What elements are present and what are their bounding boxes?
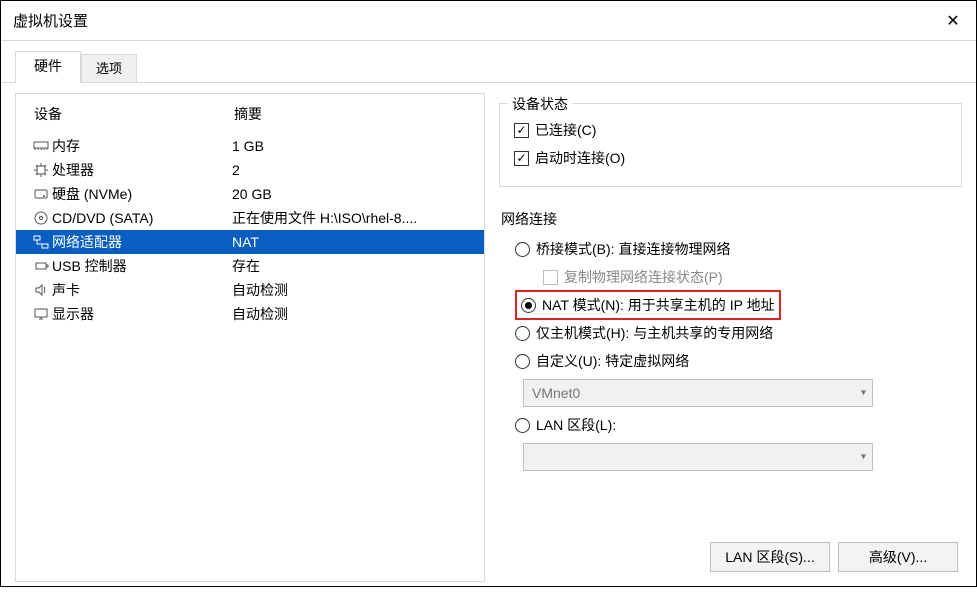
button-row: LAN 区段(S)... 高级(V)... (710, 542, 958, 572)
lan-segments-button[interactable]: LAN 区段(S)... (710, 542, 830, 572)
radio-icon (515, 326, 530, 341)
close-icon: ✕ (946, 11, 959, 31)
tab-options[interactable]: 选项 (81, 54, 137, 82)
tabstrip: 硬件 选项 (1, 41, 976, 83)
radio-bridged[interactable]: 桥接模式(B): 直接连接物理网络 (515, 235, 962, 263)
hw-name: 显示器 (52, 304, 232, 324)
checkbox-label: 已连接(C) (535, 120, 596, 140)
cpu-icon (30, 162, 52, 178)
advanced-button[interactable]: 高级(V)... (838, 542, 958, 572)
hw-row-sound[interactable]: 声卡 自动检测 (16, 278, 484, 302)
hardware-list: 内存 1 GB 处理器 2 硬盘 (NVMe) 20 GB CD/DVD (SA… (16, 134, 484, 581)
checkbox-label: 复制物理网络连接状态(P) (564, 267, 723, 287)
hw-name: 内存 (52, 136, 232, 156)
group-device-status: 设备状态 ✓ 已连接(C) ✓ 启动时连接(O) (499, 103, 962, 187)
combo-lan-segment: ▾ (523, 443, 873, 471)
radio-hostonly[interactable]: 仅主机模式(H): 与主机共享的专用网络 (515, 319, 962, 347)
hw-summary: 自动检测 (232, 304, 484, 324)
hardware-list-panel: 设备 摘要 内存 1 GB 处理器 2 硬盘 (NVMe) 20 GB CD/ (15, 93, 485, 582)
hw-name: 网络适配器 (52, 232, 232, 252)
window-title: 虚拟机设置 (13, 10, 88, 31)
hw-row-network[interactable]: 网络适配器 NAT (16, 230, 484, 254)
hw-row-memory[interactable]: 内存 1 GB (16, 134, 484, 158)
checkbox-connect-at-poweron[interactable]: ✓ 启动时连接(O) (514, 144, 947, 172)
hw-row-display[interactable]: 显示器 自动检测 (16, 302, 484, 326)
chevron-down-icon: ▾ (861, 452, 866, 463)
hw-summary: 自动检测 (232, 280, 484, 300)
content: 设备 摘要 内存 1 GB 处理器 2 硬盘 (NVMe) 20 GB CD/ (1, 83, 976, 592)
checkbox-connected[interactable]: ✓ 已连接(C) (514, 116, 947, 144)
hw-summary: 正在使用文件 H:\ISO\rhel-8.... (232, 208, 484, 228)
highlight-annotation: NAT 模式(N): 用于共享主机的 IP 地址 (515, 290, 781, 320)
hw-name: 处理器 (52, 160, 232, 180)
checkbox-replicate-state: 复制物理网络连接状态(P) (543, 263, 962, 291)
radio-icon (515, 354, 530, 369)
titlebar: 虚拟机设置 ✕ (1, 1, 976, 41)
radio-icon (521, 298, 536, 313)
hw-summary: NAT (232, 234, 484, 250)
hw-name: USB 控制器 (52, 256, 232, 276)
radio-icon (515, 242, 530, 257)
disc-icon (30, 210, 52, 226)
display-icon (30, 306, 52, 322)
chevron-down-icon: ▾ (861, 388, 866, 399)
group-title-network: 网络连接 (501, 209, 962, 229)
hw-summary: 1 GB (232, 138, 484, 154)
hw-row-disk[interactable]: 硬盘 (NVMe) 20 GB (16, 182, 484, 206)
hw-row-usb[interactable]: USB 控制器 存在 (16, 254, 484, 278)
hw-name: CD/DVD (SATA) (52, 210, 232, 226)
radio-label: 自定义(U): 特定虚拟网络 (536, 351, 689, 371)
hardware-list-header: 设备 摘要 (16, 94, 484, 134)
checkbox-icon: ✓ (514, 123, 529, 138)
radio-nat[interactable]: NAT 模式(N): 用于共享主机的 IP 地址 (515, 291, 962, 319)
checkbox-icon: ✓ (514, 151, 529, 166)
combo-value: VMnet0 (532, 385, 580, 401)
hw-summary: 2 (232, 162, 484, 178)
radio-icon (515, 418, 530, 433)
group-title-status: 设备状态 (508, 94, 572, 114)
usb-icon (30, 258, 52, 274)
hw-summary: 20 GB (232, 186, 484, 202)
tab-hardware[interactable]: 硬件 (15, 51, 81, 82)
disk-icon (30, 186, 52, 202)
checkbox-label: 启动时连接(O) (535, 148, 625, 168)
sound-icon (30, 282, 52, 298)
radio-custom[interactable]: 自定义(U): 特定虚拟网络 (515, 347, 962, 375)
network-icon (30, 234, 52, 250)
radio-label: 桥接模式(B): 直接连接物理网络 (536, 239, 730, 259)
combo-vmnet: VMnet0 ▾ (523, 379, 873, 407)
hw-row-cd[interactable]: CD/DVD (SATA) 正在使用文件 H:\ISO\rhel-8.... (16, 206, 484, 230)
hw-name: 声卡 (52, 280, 232, 300)
memory-icon (30, 138, 52, 154)
radio-label: 仅主机模式(H): 与主机共享的专用网络 (536, 323, 773, 343)
group-network-connection: 网络连接 桥接模式(B): 直接连接物理网络 复制物理网络连接状态(P) NAT… (499, 201, 962, 475)
col-header-summary: 摘要 (234, 104, 474, 124)
device-settings-panel: 设备状态 ✓ 已连接(C) ✓ 启动时连接(O) 网络连接 桥接模式(B): 直… (499, 93, 962, 582)
close-button[interactable]: ✕ (930, 1, 976, 41)
radio-label: LAN 区段(L): (536, 415, 616, 435)
checkbox-icon (543, 270, 558, 285)
hw-summary: 存在 (232, 256, 484, 276)
radio-lan-segment[interactable]: LAN 区段(L): (515, 411, 962, 439)
hw-row-cpu[interactable]: 处理器 2 (16, 158, 484, 182)
col-header-device: 设备 (34, 104, 234, 124)
hw-name: 硬盘 (NVMe) (52, 184, 232, 204)
radio-label: NAT 模式(N): 用于共享主机的 IP 地址 (542, 295, 775, 315)
